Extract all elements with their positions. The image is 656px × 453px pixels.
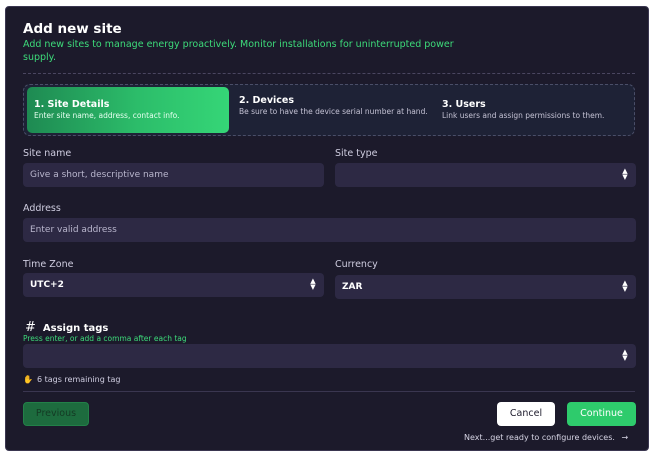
stepper: 1. Site Details Enter site name, address…	[23, 84, 635, 136]
step-description: Be sure to have the device serial number…	[239, 107, 428, 116]
site-type-label: Site type	[335, 148, 378, 159]
step-site-details[interactable]: 1. Site Details Enter site name, address…	[27, 87, 229, 133]
next-step-hint: Next...get ready to configure devices. →	[464, 433, 628, 442]
step-description: Enter site name, address, contact info.	[34, 111, 180, 120]
previous-button[interactable]: Previous	[23, 402, 89, 426]
assign-tags-heading: # Assign tags	[25, 320, 108, 335]
dialog-subtitle: Add new sites to manage energy proactive…	[23, 39, 454, 63]
chevron-up-down-icon: ▲ ▼	[622, 167, 628, 181]
tags-remaining-text: 6 tags remaining tag	[36, 375, 121, 384]
site-type-select[interactable]: ▲ ▼	[335, 163, 636, 187]
time-zone-label: Time Zone	[23, 259, 74, 270]
time-zone-value: UTC+2	[30, 280, 64, 290]
site-name-label: Site name	[23, 148, 72, 159]
currency-label: Currency	[335, 259, 378, 270]
chevron-up-down-icon: ▲ ▼	[622, 279, 628, 293]
next-step-text: Next...get ready to configure devices.	[464, 433, 615, 442]
dialog-title: Add new site	[23, 21, 122, 37]
address-input[interactable]: Enter valid address	[23, 218, 636, 242]
site-name-input[interactable]: Give a short, descriptive name	[23, 163, 324, 187]
arrow-right-icon: →	[621, 433, 629, 442]
currency-value: ZAR	[342, 282, 363, 292]
add-site-dialog: Add new site Add new sites to manage ene…	[5, 6, 649, 451]
address-label: Address	[23, 203, 61, 214]
step-title: 1. Site Details	[34, 99, 110, 110]
chevron-up-down-icon: ▲ ▼	[622, 348, 628, 362]
step-title: 2. Devices	[239, 95, 295, 106]
currency-select[interactable]: ZAR ▲ ▼	[335, 275, 636, 299]
time-zone-select[interactable]: UTC+2 ▲ ▼	[23, 273, 324, 297]
tags-input[interactable]: ▲ ▼	[23, 344, 636, 368]
continue-button[interactable]: Continue	[567, 402, 636, 426]
assign-tags-label: Assign tags	[42, 323, 109, 334]
header-divider	[23, 73, 635, 74]
step-title: 3. Users	[442, 99, 486, 110]
hand-icon: ✋	[23, 375, 33, 384]
step-users[interactable]: 3. Users Link users and assign permissio…	[435, 87, 631, 133]
step-devices[interactable]: 2. Devices Be sure to have the device se…	[232, 87, 428, 133]
tags-hint: Press enter, or add a comma after each t…	[23, 334, 187, 343]
tags-remaining: ✋ 6 tags remaining tag	[23, 375, 120, 384]
footer-divider	[23, 391, 635, 392]
hash-icon: #	[25, 320, 36, 335]
cancel-button[interactable]: Cancel	[497, 402, 555, 426]
chevron-up-down-icon: ▲ ▼	[310, 277, 316, 291]
step-description: Link users and assign permissions to the…	[442, 111, 605, 120]
